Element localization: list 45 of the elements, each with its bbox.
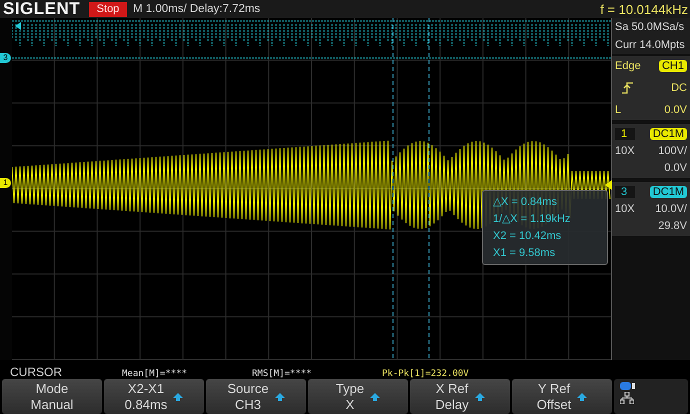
vertical-scale: 10.0V/	[655, 203, 687, 215]
softkey[interactable]: X Ref Delay	[410, 379, 510, 414]
trigger-position-icon[interactable]	[15, 22, 21, 30]
channel-marker[interactable]: 1	[0, 178, 11, 188]
trigger-coupling: DC	[671, 82, 687, 94]
channel-number: 1	[615, 128, 635, 140]
channel-panel[interactable]: 1 DC1M 10X 100V/ 0.0V	[612, 124, 690, 178]
softkey[interactable]: Y Ref Offset	[512, 379, 612, 414]
network-icon	[620, 392, 634, 404]
measurement-readout: Mean[M]=****	[122, 369, 188, 379]
channel-number: 3	[615, 186, 635, 198]
cursor-line[interactable]	[392, 18, 394, 360]
vertical-offset: 0.0V	[664, 162, 687, 174]
vertical-scale: 100V/	[658, 145, 687, 157]
cursor-readout-line: 1/△X = 1.19kHz	[493, 212, 572, 227]
measurement-readout: Pk-Pk[1]=232.00V	[382, 369, 470, 379]
softkey[interactable]: Source CH3	[206, 379, 306, 414]
acquisition-readout: Curr 14.0Mpts	[612, 36, 690, 54]
frequency-readout: f = 10.0144kHz	[600, 2, 688, 16]
channel-panel[interactable]: 3 DC1M 10X 10.0V/ 29.8V	[612, 182, 690, 236]
acquisition-readout: Sa 50.0MSa/s	[612, 18, 690, 36]
timebase-readout: M 1.00ms/ Delay:7.72ms	[133, 3, 260, 15]
softkey[interactable]: X2-X1 0.84ms	[104, 379, 204, 414]
probe-ratio: 10X	[615, 145, 635, 157]
usb-device-icon	[620, 382, 636, 390]
measurement-readout: RMS[M]=****	[252, 369, 313, 379]
rising-edge-icon	[621, 82, 635, 94]
softkey[interactable]: Type X	[308, 379, 408, 414]
channel-marker[interactable]: 3	[0, 53, 11, 63]
cursor-readout-line: △X = 0.84ms	[493, 195, 558, 210]
vertical-offset: 29.8V	[658, 220, 687, 232]
softkey[interactable]: Mode Manual	[2, 379, 102, 414]
trigger-source: CH1	[658, 60, 687, 72]
brand-logo: SIGLENT	[3, 0, 82, 19]
channel-coupling: DC1M	[650, 128, 687, 140]
cursor-readout-line: X1 = 9.58ms	[493, 246, 556, 261]
cursor-readout-line: X2 = 10.42ms	[493, 229, 562, 244]
channel-coupling: DC1M	[650, 186, 687, 198]
trigger-level-value: 0.0V	[664, 104, 687, 116]
run-state-indicator: Stop	[89, 2, 127, 16]
probe-ratio: 10X	[615, 203, 635, 215]
trigger-level-label: L	[615, 104, 622, 116]
trigger-type: Edge	[615, 60, 642, 72]
menu-title: CURSOR	[9, 365, 64, 379]
cursor-line[interactable]	[428, 18, 430, 360]
